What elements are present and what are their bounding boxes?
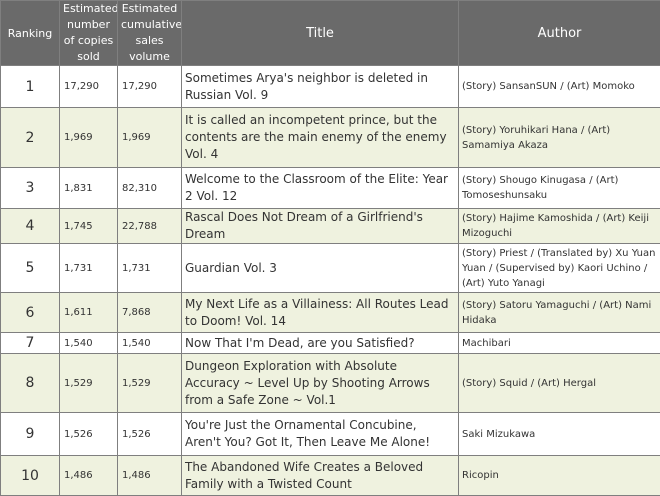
title-cell: My Next Life as a Villainess: All Routes…	[182, 293, 459, 333]
copies-cell: 1,745	[60, 209, 118, 244]
copies-cell: 1,969	[60, 108, 118, 168]
table-row: 4 1,745 22,788 Rascal Does Not Dream of …	[1, 209, 660, 244]
author-cell: Saki Mizukawa	[459, 413, 660, 456]
author-cell: (Story) Hajime Kamoshida / (Art) Keiji M…	[459, 209, 660, 244]
sales-ranking-table: Ranking Estimated number of copies sold …	[0, 0, 660, 496]
title-cell: Sometimes Arya's neighbor is deleted in …	[182, 66, 459, 108]
author-cell: (Story) Squid / (Art) Hergal	[459, 354, 660, 413]
table-row: 2 1,969 1,969 It is called an incompeten…	[1, 108, 660, 168]
copies-cell: 17,290	[60, 66, 118, 108]
copies-cell: 1,529	[60, 354, 118, 413]
title-cell: You're Just the Ornamental Concubine, Ar…	[182, 413, 459, 456]
header-title: Title	[182, 1, 459, 66]
title-cell: The Abandoned Wife Creates a Beloved Fam…	[182, 456, 459, 496]
rank-cell: 7	[1, 333, 60, 354]
cumulative-cell: 17,290	[118, 66, 182, 108]
table-row: 10 1,486 1,486 The Abandoned Wife Create…	[1, 456, 660, 496]
cumulative-cell: 1,969	[118, 108, 182, 168]
table-row: 3 1,831 82,310 Welcome to the Classroom …	[1, 168, 660, 209]
title-cell: Guardian Vol. 3	[182, 244, 459, 293]
rank-cell: 6	[1, 293, 60, 333]
header-ranking: Ranking	[1, 1, 60, 66]
cumulative-cell: 22,788	[118, 209, 182, 244]
author-cell: (Story) Yoruhikari Hana / (Art) Samamiya…	[459, 108, 660, 168]
author-cell: Machibari	[459, 333, 660, 354]
cumulative-cell: 1,486	[118, 456, 182, 496]
copies-cell: 1,526	[60, 413, 118, 456]
title-cell: It is called an incompetent prince, but …	[182, 108, 459, 168]
rank-cell: 1	[1, 66, 60, 108]
title-cell: Now That I'm Dead, are you Satisfied?	[182, 333, 459, 354]
copies-cell: 1,611	[60, 293, 118, 333]
cumulative-cell: 82,310	[118, 168, 182, 209]
rank-cell: 4	[1, 209, 60, 244]
title-cell: Welcome to the Classroom of the Elite: Y…	[182, 168, 459, 209]
author-cell: (Story) SansanSUN / (Art) Momoko	[459, 66, 660, 108]
cumulative-cell: 1,529	[118, 354, 182, 413]
cumulative-cell: 1,540	[118, 333, 182, 354]
cumulative-cell: 7,868	[118, 293, 182, 333]
rank-cell: 5	[1, 244, 60, 293]
rank-cell: 2	[1, 108, 60, 168]
author-cell: Ricopin	[459, 456, 660, 496]
cumulative-cell: 1,731	[118, 244, 182, 293]
table-row: 5 1,731 1,731 Guardian Vol. 3 (Story) Pr…	[1, 244, 660, 293]
author-cell: (Story) Priest / (Translated by) Xu Yuan…	[459, 244, 660, 293]
copies-cell: 1,486	[60, 456, 118, 496]
table-row: 8 1,529 1,529 Dungeon Exploration with A…	[1, 354, 660, 413]
title-cell: Dungeon Exploration with Absolute Accura…	[182, 354, 459, 413]
title-cell: Rascal Does Not Dream of a Girlfriend's …	[182, 209, 459, 244]
copies-cell: 1,731	[60, 244, 118, 293]
author-cell: (Story) Shougo Kinugasa / (Art) Tomosesh…	[459, 168, 660, 209]
copies-cell: 1,831	[60, 168, 118, 209]
rank-cell: 8	[1, 354, 60, 413]
cumulative-cell: 1,526	[118, 413, 182, 456]
rank-cell: 10	[1, 456, 60, 496]
header-copies-sold: Estimated number of copies sold	[60, 1, 118, 66]
header-cumulative-sales: Estimated cumulative sales volume	[118, 1, 182, 66]
header-author: Author	[459, 1, 660, 66]
table-row: 7 1,540 1,540 Now That I'm Dead, are you…	[1, 333, 660, 354]
rank-cell: 9	[1, 413, 60, 456]
table-row: 1 17,290 17,290 Sometimes Arya's neighbo…	[1, 66, 660, 108]
author-cell: (Story) Satoru Yamaguchi / (Art) Nami Hi…	[459, 293, 660, 333]
table-row: 6 1,611 7,868 My Next Life as a Villaine…	[1, 293, 660, 333]
rank-cell: 3	[1, 168, 60, 209]
table-row: 9 1,526 1,526 You're Just the Ornamental…	[1, 413, 660, 456]
table-header-row: Ranking Estimated number of copies sold …	[1, 1, 660, 66]
copies-cell: 1,540	[60, 333, 118, 354]
